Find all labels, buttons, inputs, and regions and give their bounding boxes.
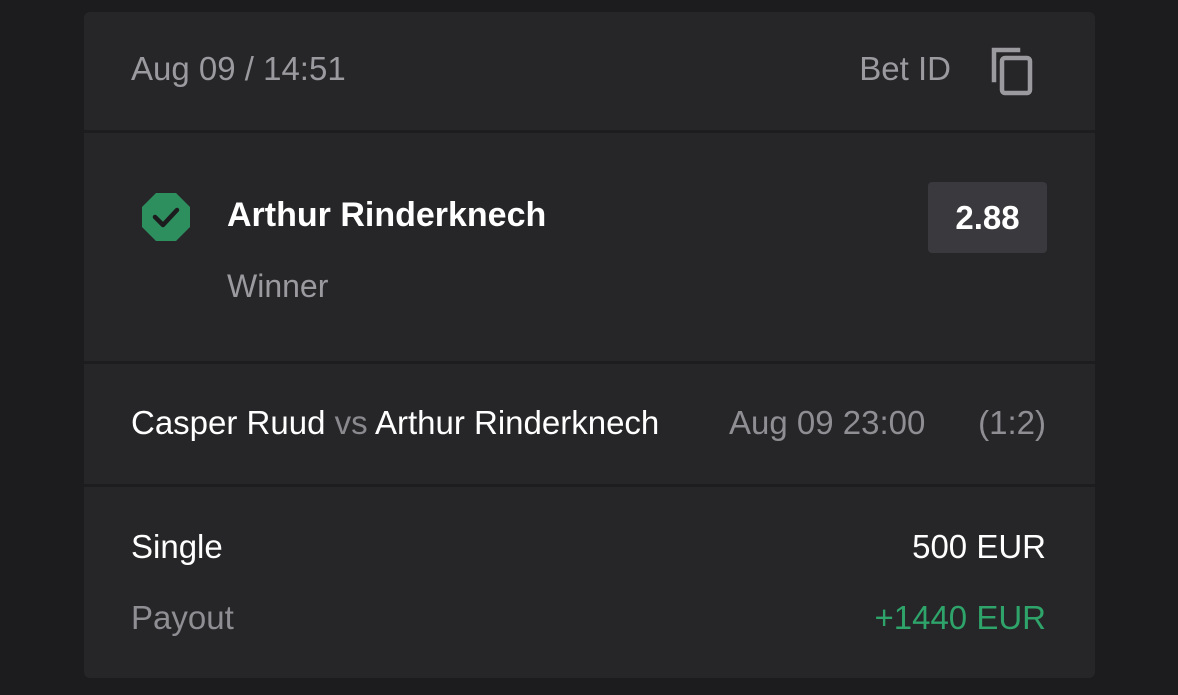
stake-amount: 500 EUR xyxy=(912,528,1046,565)
check-icon xyxy=(141,192,191,242)
player-1: Casper Ruud xyxy=(131,404,326,441)
payout-label: Payout xyxy=(131,599,234,636)
event-score: (1:2) xyxy=(978,404,1046,441)
player-2: Arthur Rinderknech xyxy=(374,404,660,441)
vs-label: vs xyxy=(334,404,368,441)
event-matchup: Casper Ruud vs Arthur Rinderknech xyxy=(131,404,659,442)
bet-card: Aug 09 / 14:51 Bet ID Arthur Rinderknech… xyxy=(84,12,1095,678)
selection-divider xyxy=(84,361,1095,364)
bet-type: Single xyxy=(131,528,223,565)
event-divider xyxy=(84,484,1095,487)
bet-date-time: Aug 09 / 14:51 xyxy=(131,50,346,87)
event-date-time: Aug 09 23:00 xyxy=(729,404,926,441)
copy-icon[interactable] xyxy=(990,46,1034,96)
market-name: Winner xyxy=(227,268,329,304)
header-divider xyxy=(84,130,1095,133)
selection-name: Arthur Rinderknech xyxy=(227,196,547,234)
payout-value: +1440 EUR xyxy=(874,599,1046,636)
odds-badge: 2.88 xyxy=(928,182,1047,253)
bet-id-label: Bet ID xyxy=(859,50,951,87)
